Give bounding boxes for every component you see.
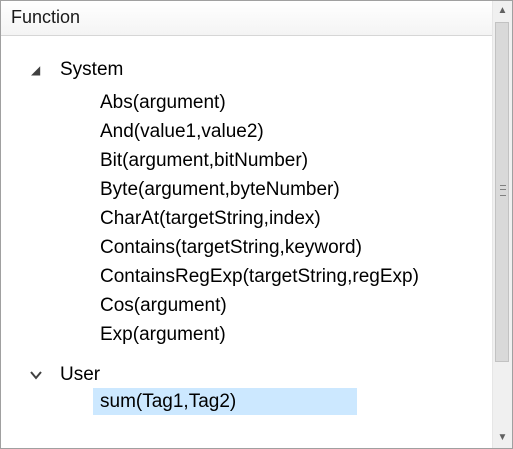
tree-item[interactable]: Contains(targetString,keyword) bbox=[100, 235, 362, 261]
function-column-header[interactable]: Function bbox=[1, 1, 493, 36]
tree-item[interactable]: Bit(argument,bitNumber) bbox=[100, 148, 308, 174]
scrollbar-thumb[interactable] bbox=[495, 22, 509, 362]
tree-item[interactable]: Abs(argument) bbox=[100, 90, 226, 116]
tree-item[interactable]: CharAt(targetString,index) bbox=[100, 206, 321, 232]
thumb-grip-icon bbox=[500, 185, 506, 196]
group-label-user: User bbox=[60, 364, 101, 385]
vertical-scrollbar[interactable]: ▲ ▼ bbox=[492, 1, 512, 448]
tree-item-selected[interactable]: sum(Tag1,Tag2) bbox=[100, 389, 236, 415]
tree-item[interactable]: And(value1,value2) bbox=[100, 119, 264, 145]
group-label-system: System bbox=[60, 59, 124, 80]
expanded-triangle-icon[interactable]: ◢ bbox=[31, 63, 45, 77]
header-label: Function bbox=[11, 7, 81, 27]
scroll-down-arrow-icon[interactable]: ▼ bbox=[493, 428, 512, 448]
function-tree: ◢ System Abs(argument) And(value1,value2… bbox=[1, 35, 493, 448]
function-tree-panel: Function ◢ System Abs(argument) And(valu… bbox=[0, 0, 513, 449]
tree-group-user[interactable]: User bbox=[1, 362, 493, 388]
tree-item[interactable]: Exp(argument) bbox=[100, 322, 226, 348]
tree-item[interactable]: Byte(argument,byteNumber) bbox=[100, 177, 340, 203]
tree-item[interactable]: ContainsRegExp(targetString,regExp) bbox=[100, 264, 419, 290]
scroll-up-arrow-icon[interactable]: ▲ bbox=[493, 1, 512, 21]
tree-item[interactable]: Cos(argument) bbox=[100, 293, 227, 319]
chevron-down-icon[interactable] bbox=[29, 368, 43, 382]
tree-group-system[interactable]: ◢ System bbox=[1, 57, 493, 83]
